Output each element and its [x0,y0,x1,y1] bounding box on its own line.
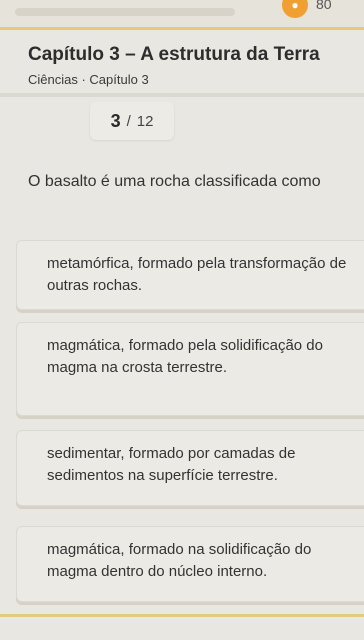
answer-option-d[interactable]: magmática, formado na solidificação do m… [16,526,364,602]
question-counter: 3 / 12 [90,102,174,140]
answer-option-c[interactable]: sedimentar, formado por camadas de sedim… [16,430,364,506]
page-title: Capítulo 3 – A estrutura da Terra [28,44,320,65]
current-question-number: 3 [110,110,121,131]
counter-separator: / [126,112,131,130]
answer-option-a[interactable]: metamórfica, formado pela transformação … [16,240,364,310]
answer-option-text: magmática, formado na solidificação do m… [47,541,312,580]
answer-option-text: metamórfica, formado pela transformação … [47,255,347,294]
lesson-progress-bar [15,8,235,16]
answer-option-text: magmática, formado pela solidificação do… [47,337,323,376]
divider [0,93,364,97]
question-text: O basalto é uma rocha classificada como [28,173,321,190]
bottom-divider [0,614,364,617]
total-questions: 12 [136,112,154,130]
flame-icon: ● [282,0,308,18]
answer-option-text: sedimentar, formado por camadas de sedim… [47,445,296,484]
page-subtitle: Ciências · Capítulo 3 [28,72,149,87]
answer-option-b[interactable]: magmática, formado pela solidificação do… [16,322,364,416]
top-bar: ● 80 [0,0,364,30]
chapter-header: Capítulo 3 – A estrutura da Terra Ciênci… [28,44,358,87]
streak-count: 80 [316,0,332,12]
